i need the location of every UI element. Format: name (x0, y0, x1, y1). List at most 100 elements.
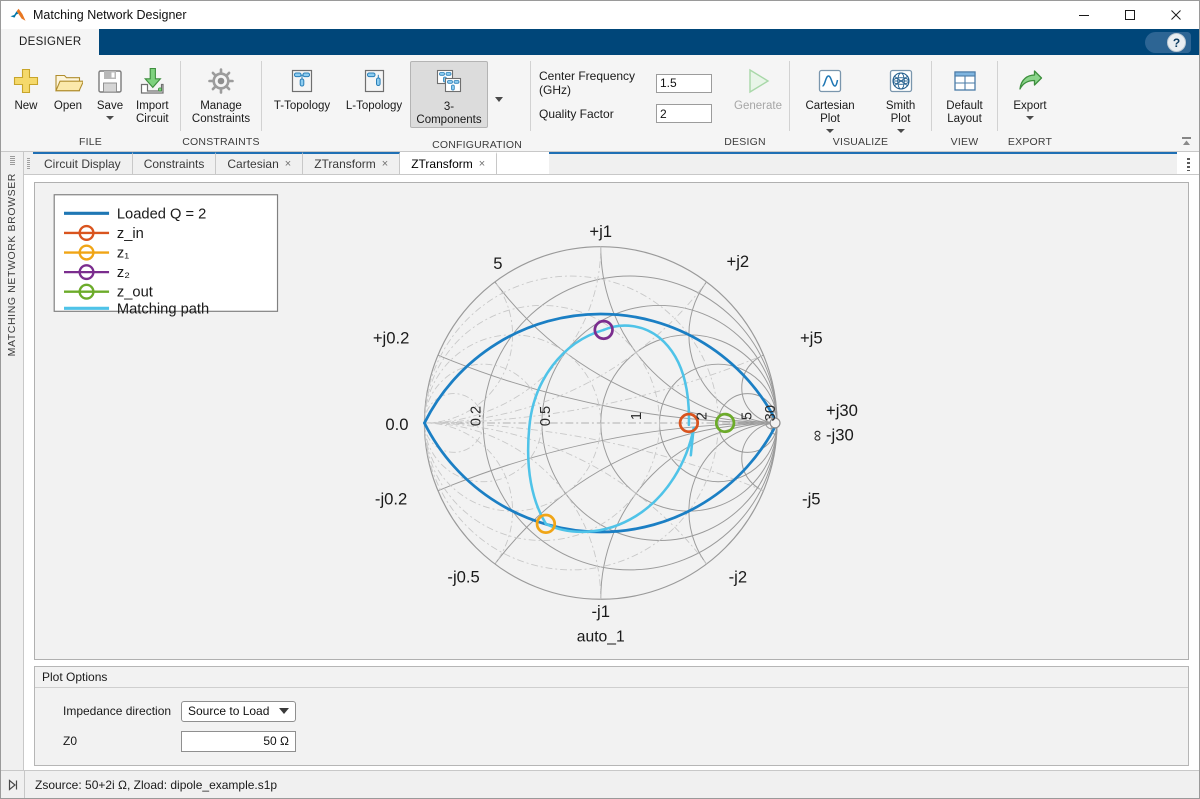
configuration-dropdown-button[interactable] (488, 61, 510, 137)
chart-title: auto_1 (577, 628, 625, 645)
default-layout-button[interactable]: Default Layout (941, 61, 987, 126)
tab-ztransform-1[interactable]: ZTransform × (303, 152, 401, 174)
tab-close-icon[interactable]: × (479, 158, 485, 170)
import-circuit-button[interactable]: Import Circuit (131, 61, 174, 126)
tab-grip-icon[interactable] (24, 152, 33, 174)
z0-row: Z0 50 Ω (35, 726, 1188, 756)
three-comp-line1: 3- (443, 101, 455, 113)
matching-network-browser-rail[interactable]: MATCHING NETWORK BROWSER (1, 152, 24, 770)
ribbon-group-visualize-label: VISUALIZE (832, 136, 889, 148)
smith-plot-button[interactable]: Smith Plot (870, 61, 931, 133)
legend-label-z-in: z_in (117, 226, 144, 242)
tab-label: ZTransform (411, 157, 473, 171)
z0-input[interactable]: 50 Ω (181, 730, 296, 752)
legend-label-z1: z₁ (117, 245, 129, 261)
plot-options-panel: Plot Options Impedance direction Source … (34, 666, 1189, 766)
cartesian-plot-button[interactable]: Cartesian Plot (790, 61, 870, 133)
manage-constraints-button[interactable]: Manage Constraints (187, 61, 255, 126)
chevron-down-icon[interactable] (106, 116, 114, 120)
tab-ztransform-2[interactable]: ZTransform × (400, 152, 498, 174)
label-minus-j05: -j0.5 (447, 568, 479, 587)
legend-label-z2: z₂ (117, 265, 130, 281)
generate-play-icon (743, 63, 773, 99)
expand-panel-icon[interactable] (1, 771, 25, 798)
tab-cartesian[interactable]: Cartesian × (216, 152, 304, 174)
smith-chart-svg: +j1 +j2 +j5 +j30 -j30 -j5 -j2 -j1 -j0.5 … (52, 183, 1171, 659)
legend-label-loaded-q: Loaded Q = 2 (117, 206, 206, 222)
main-body: MATCHING NETWORK BROWSER Circuit Display… (1, 152, 1199, 770)
manage-constraints-label: Manage Constraints (192, 100, 250, 126)
import-circuit-icon (137, 63, 167, 99)
quality-factor-input[interactable] (656, 104, 712, 123)
tab-designer[interactable]: DESIGNER (1, 29, 100, 55)
status-bar: Zsource: 50+2i Ω, Zload: dipole_example.… (1, 770, 1199, 798)
l-topology-button[interactable]: L-Topology (338, 61, 410, 113)
help-icon: ? (1167, 33, 1186, 52)
smith-chart-panel[interactable]: +j1 +j2 +j5 +j30 -j30 -j5 -j2 -j1 -j0.5 … (34, 182, 1189, 660)
chevron-down-icon (495, 96, 503, 102)
minimize-icon[interactable] (1061, 1, 1107, 29)
center-frequency-input[interactable] (656, 73, 712, 93)
quality-factor-row: Quality Factor (539, 104, 712, 123)
new-plus-icon (11, 63, 41, 99)
t-topology-icon (287, 63, 317, 99)
maximize-icon[interactable] (1107, 1, 1153, 29)
label-minus-j5: -j5 (802, 489, 821, 508)
application-window: Matching Network Designer DESIGNER ? New… (0, 0, 1200, 799)
ribbon-group-design: Center Frequency (GHz) Quality Factor (531, 55, 789, 151)
open-button[interactable]: Open (47, 61, 89, 113)
design-fields: Center Frequency (GHz) Quality Factor (531, 61, 720, 123)
three-comp-line2: Components (416, 114, 482, 126)
t-topology-label: T-Topology (273, 100, 331, 112)
collapse-ribbon-icon[interactable] (1179, 134, 1193, 148)
tick-r-1: 1 (629, 412, 645, 420)
chevron-down-icon[interactable] (1026, 116, 1034, 120)
help-button[interactable]: ? (1145, 32, 1191, 53)
tab-label: ZTransform (314, 157, 376, 171)
label-minus-j2: -j2 (729, 568, 748, 587)
three-components-button[interactable]: 3- Components (410, 61, 488, 128)
tab-bar-filler-2 (549, 152, 1177, 174)
quality-factor-label: Quality Factor (539, 106, 614, 121)
open-folder-icon (53, 63, 83, 99)
more-options-icon[interactable] (1177, 152, 1199, 174)
tab-close-icon[interactable]: × (382, 158, 388, 170)
tab-circuit-display[interactable]: Circuit Display (33, 152, 133, 174)
ribbon-group-visualize: Cartesian Plot Smith Plot VISUALIZE (790, 55, 931, 151)
impedance-direction-select[interactable]: Source to Load (181, 700, 296, 722)
default-layout-line2: Layout (947, 113, 982, 125)
label-plus-j5: +j5 (800, 329, 823, 348)
new-button[interactable]: New (5, 61, 47, 113)
tick-r-5: 5 (740, 412, 756, 420)
impedance-direction-value: Source to Load (188, 704, 270, 718)
center-frequency-label: Center Frequency (GHz) (539, 69, 636, 97)
label-plus-j2: +j2 (727, 252, 750, 271)
l-topology-label: L-Topology (345, 100, 403, 112)
label-minus-j02: -j0.2 (375, 489, 407, 508)
cartesian-plot-label: Cartesian Plot (805, 100, 855, 125)
import-label-line1: Import (136, 100, 169, 112)
chevron-down-icon[interactable] (826, 129, 835, 133)
open-button-label: Open (53, 100, 83, 112)
ribbon-group-constraints-label: CONSTRAINTS (182, 136, 260, 148)
three-components-icon (434, 64, 464, 100)
chart-legend[interactable]: Loaded Q = 2 z_in z₁ z₂ z_out Matching p… (53, 194, 279, 318)
t-topology-button[interactable]: T-Topology (266, 61, 338, 113)
export-button[interactable]: Export (1008, 61, 1051, 120)
ribbon-group-view: Default Layout VIEW (932, 55, 997, 151)
z0-value: 50 Ω (263, 734, 289, 748)
ribbon-group-file: New Open Save Import Circuit FILE (1, 55, 180, 151)
tab-close-icon[interactable]: × (285, 158, 291, 170)
default-layout-icon (951, 63, 979, 99)
window-title: Matching Network Designer (33, 8, 187, 22)
plot-options-container: Plot Options Impedance direction Source … (24, 660, 1199, 770)
three-components-label: 3- Components (416, 101, 481, 127)
matlab-logo-icon (10, 8, 26, 22)
ribbon-group-configuration: T-Topology L-Topology 3- Components CONF… (262, 55, 530, 151)
close-icon[interactable] (1153, 1, 1199, 29)
save-button[interactable]: Save (89, 61, 131, 120)
tab-constraints[interactable]: Constraints (132, 152, 217, 174)
chevron-down-icon[interactable] (896, 129, 905, 133)
label-zero: 0.0 (385, 415, 408, 434)
save-disk-icon (95, 63, 125, 99)
